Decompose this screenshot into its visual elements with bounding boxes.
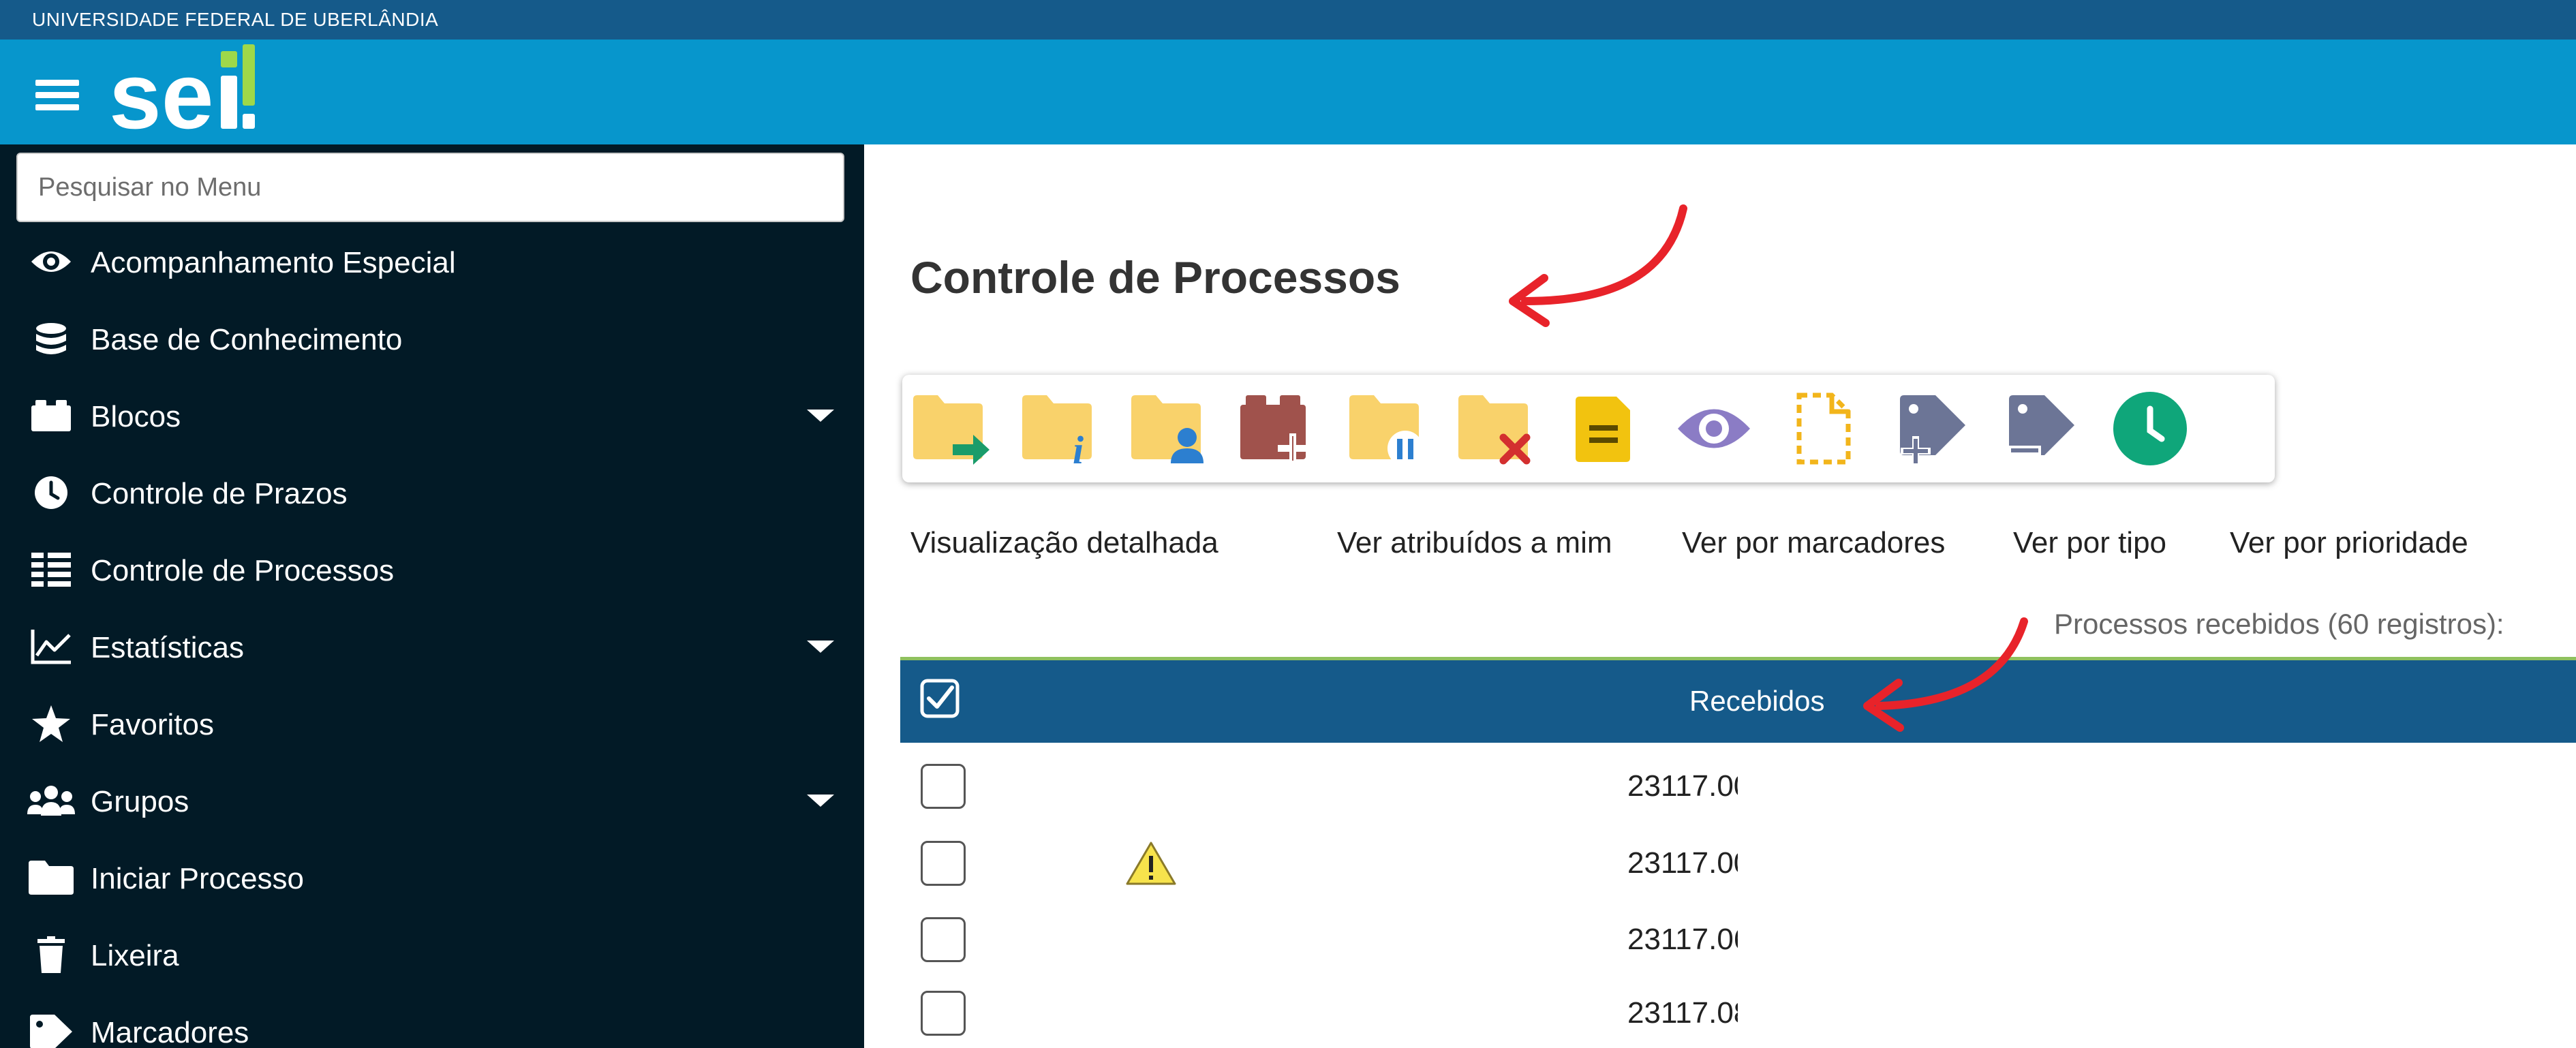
remove-marker-icon[interactable]: [2001, 390, 2081, 467]
list-icon: [27, 552, 75, 587]
sidebar-item-marcadores[interactable]: Marcadores: [0, 993, 864, 1048]
sidebar-item-blocos[interactable]: Blocos: [0, 377, 864, 454]
process-number-link[interactable]: 23117.002:: [1627, 846, 1738, 880]
select-all-checkbox[interactable]: [919, 678, 960, 719]
sidebar-item-label: Controle de Processos: [91, 554, 395, 587]
add-to-block-icon[interactable]: [1238, 390, 1318, 467]
table-row: 23117.061!: [900, 902, 2576, 977]
sidebar-item-lixeira[interactable]: Lixeira: [0, 916, 864, 993]
svg-text:i: i: [1073, 428, 1084, 467]
annotation-arrow-icon: [1509, 204, 1687, 327]
annotation-icon[interactable]: [1565, 390, 1645, 467]
sidebar-item-estatisticas[interactable]: Estatísticas: [0, 608, 864, 685]
conclude-process-icon[interactable]: [1456, 390, 1536, 467]
sidebar-item-iniciar-processo[interactable]: Iniciar Processo: [0, 839, 864, 916]
chevron-down-icon[interactable]: [807, 641, 834, 653]
organization-name: UNIVERSIDADE FEDERAL DE UBERLÂNDIA: [32, 9, 439, 30]
sidebar-item-label: Iniciar Processo: [91, 862, 305, 895]
users-icon: [27, 783, 75, 818]
hamburger-icon[interactable]: [35, 80, 79, 110]
menu-search-input[interactable]: [16, 153, 844, 222]
special-monitoring-icon[interactable]: [1674, 390, 1754, 467]
folder-icon: [27, 860, 75, 895]
records-count: Processos recebidos (60 registros):: [2054, 608, 2504, 640]
row-checkbox[interactable]: [921, 991, 966, 1036]
column-header-recebidos[interactable]: Recebidos: [1689, 685, 1824, 718]
sidebar-item-label: Blocos: [91, 400, 181, 433]
blocks-icon: [27, 398, 75, 433]
sidebar-menu: Acompanhamento Especial Base de Conhecim…: [0, 223, 864, 1048]
link-ver-por-marcadores[interactable]: Ver por marcadores: [1682, 526, 1945, 560]
table-row: 23117.002:: [900, 826, 2576, 901]
chart-line-icon: [27, 629, 75, 664]
sidebar-item-grupos[interactable]: Grupos: [0, 762, 864, 839]
suspend-process-icon[interactable]: [1347, 390, 1427, 467]
app-header: se: [0, 40, 2576, 144]
tag-icon: [27, 1014, 75, 1048]
table-row: 23117.008(: [900, 749, 2576, 824]
sidebar-item-label: Controle de Prazos: [91, 477, 348, 510]
table-row: 23117.080(: [900, 976, 2576, 1048]
process-number-link[interactable]: 23117.080(: [1627, 996, 1738, 1030]
link-visualizacao-detalhada[interactable]: Visualização detalhada: [910, 526, 1218, 560]
sidebar-item-label: Marcadores: [91, 1016, 249, 1048]
process-info-icon[interactable]: i: [1019, 390, 1100, 472]
sidebar-item-label: Grupos: [91, 785, 189, 818]
table-header: Recebidos: [900, 657, 2576, 743]
sidebar-item-controle-de-prazos[interactable]: Controle de Prazos: [0, 454, 864, 531]
link-ver-por-tipo[interactable]: Ver por tipo: [2013, 526, 2166, 560]
row-checkbox[interactable]: [921, 764, 966, 809]
warning-icon[interactable]: [1125, 841, 1177, 886]
trash-icon: [27, 936, 75, 973]
deadline-control-icon[interactable]: [2110, 390, 2190, 467]
link-ver-atribuidos[interactable]: Ver atribuídos a mim: [1337, 526, 1612, 560]
process-toolbar: i: [902, 375, 2275, 482]
process-number-link[interactable]: 23117.061!: [1627, 923, 1738, 957]
sidebar: Acompanhamento Especial Base de Conhecim…: [0, 144, 864, 1048]
sidebar-item-label: Estatísticas: [91, 631, 244, 664]
add-marker-icon[interactable]: [1892, 390, 1972, 467]
link-ver-por-prioridade[interactable]: Ver por prioridade: [2230, 526, 2468, 560]
sidebar-item-acompanhamento-especial[interactable]: Acompanhamento Especial: [0, 223, 864, 300]
sidebar-item-controle-de-processos[interactable]: Controle de Processos: [0, 531, 864, 608]
page-title: Controle de Processos: [910, 252, 1400, 303]
chevron-down-icon[interactable]: [807, 795, 834, 807]
new-document-icon[interactable]: [1783, 390, 1863, 467]
row-checkbox[interactable]: [921, 917, 966, 962]
chevron-down-icon[interactable]: [807, 410, 834, 422]
send-process-icon[interactable]: [910, 390, 991, 467]
database-icon: [27, 321, 75, 356]
sei-logo[interactable]: se: [108, 43, 258, 138]
star-icon: [27, 705, 75, 742]
main-content: Controle de Processos i Visualização det…: [864, 144, 2576, 1048]
process-number-link[interactable]: 23117.008(: [1627, 769, 1738, 803]
assign-process-icon[interactable]: [1129, 390, 1209, 467]
sidebar-item-label: Base de Conhecimento: [91, 323, 403, 356]
sidebar-item-favoritos[interactable]: Favoritos: [0, 685, 864, 762]
sidebar-item-base-de-conhecimento[interactable]: Base de Conhecimento: [0, 300, 864, 377]
sidebar-item-label: Acompanhamento Especial: [91, 246, 456, 279]
sidebar-item-label: Lixeira: [91, 939, 179, 972]
sidebar-item-label: Favoritos: [91, 708, 214, 741]
institution-bar: UNIVERSIDADE FEDERAL DE UBERLÂNDIA: [0, 0, 2576, 40]
svg-text:se: se: [109, 44, 214, 138]
clock-icon: [27, 475, 75, 510]
row-checkbox[interactable]: [921, 841, 966, 886]
eye-icon: [27, 244, 75, 279]
